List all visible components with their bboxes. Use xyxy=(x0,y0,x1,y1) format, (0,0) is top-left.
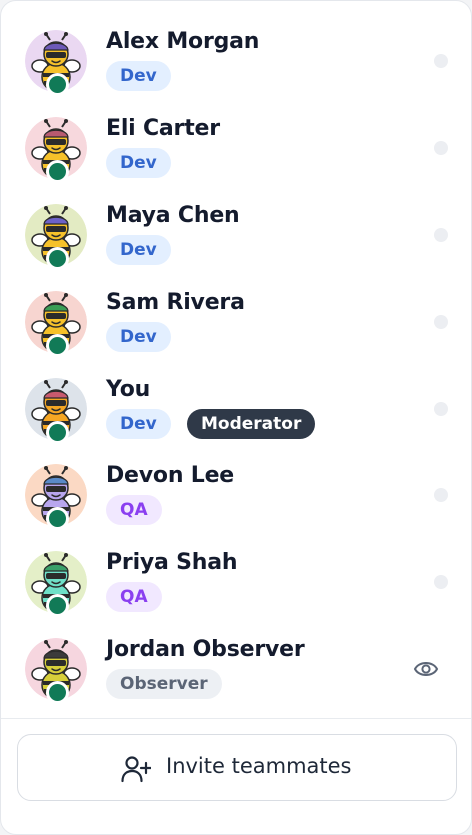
online-status-indicator xyxy=(46,594,69,617)
member-name: Alex Morgan xyxy=(106,29,260,54)
role-badge: Dev xyxy=(106,235,171,265)
online-status-indicator xyxy=(46,73,69,96)
member-row[interactable]: Priya Shah QA xyxy=(1,550,471,637)
team-members-panel: Alex Morgan Dev Eli Carter Dev Maya Chen Dev S… xyxy=(0,0,472,835)
online-status-indicator xyxy=(46,681,69,704)
member-row[interactable]: You Dev Moderator xyxy=(1,377,471,464)
member-row[interactable]: Devon Lee QA xyxy=(1,463,471,550)
member-name: Priya Shah xyxy=(106,550,238,575)
member-row[interactable]: Eli Carter Dev xyxy=(1,116,471,203)
member-name: Maya Chen xyxy=(106,203,240,228)
online-status-indicator xyxy=(46,334,69,357)
member-row[interactable]: Sam Rivera Dev xyxy=(1,290,471,377)
role-badge: QA xyxy=(106,582,162,612)
role-badge: Dev xyxy=(106,322,171,352)
role-badge: Dev xyxy=(106,148,171,178)
member-name: Sam Rivera xyxy=(106,290,245,315)
member-name: Eli Carter xyxy=(106,116,220,141)
status-dot xyxy=(434,315,448,329)
member-row[interactable]: Alex Morgan Dev xyxy=(1,29,471,116)
member-name: Jordan Observer xyxy=(106,637,305,662)
member-name: You xyxy=(106,377,151,402)
online-status-indicator xyxy=(46,507,69,530)
member-name: Devon Lee xyxy=(106,463,235,488)
divider xyxy=(1,718,471,719)
online-status-indicator xyxy=(46,421,69,444)
invite-label: Invite teammates xyxy=(166,754,352,778)
status-dot xyxy=(434,141,448,155)
role-badge: Dev xyxy=(106,61,171,91)
member-row[interactable]: Jordan Observer Observer xyxy=(1,637,471,724)
add-user-icon xyxy=(121,756,151,783)
status-dot xyxy=(434,575,448,589)
online-status-indicator xyxy=(46,247,69,270)
role-badge: Observer xyxy=(106,669,222,699)
role-badge: Dev xyxy=(106,409,171,439)
role-badge: QA xyxy=(106,495,162,525)
status-dot xyxy=(434,228,448,242)
status-dot xyxy=(434,402,448,416)
online-status-indicator xyxy=(46,160,69,183)
invite-teammates-button[interactable]: Invite teammates xyxy=(17,734,457,801)
status-dot xyxy=(434,54,448,68)
member-row[interactable]: Maya Chen Dev xyxy=(1,203,471,290)
status-dot xyxy=(434,488,448,502)
eye-icon xyxy=(413,662,439,676)
moderator-badge: Moderator xyxy=(187,409,316,439)
